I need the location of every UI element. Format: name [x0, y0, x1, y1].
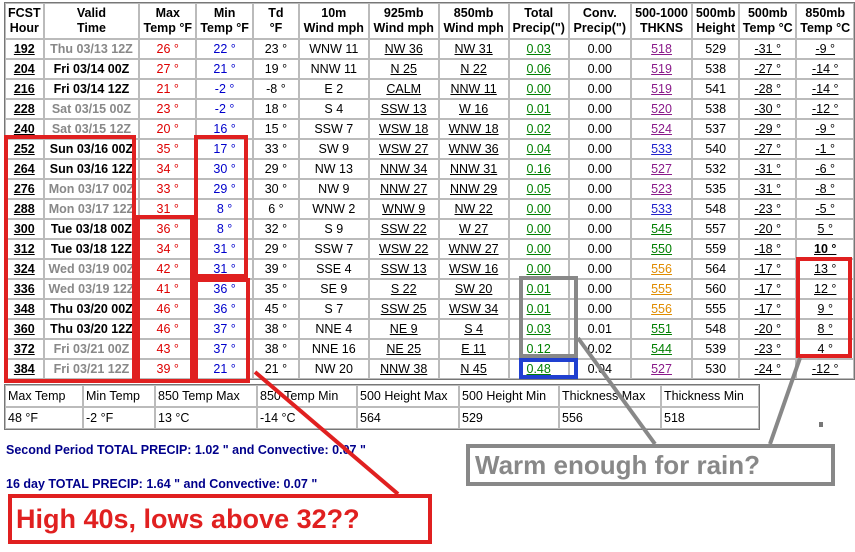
callout-high-lows: High 40s, lows above 32?? [8, 494, 432, 544]
red-pointer-line [253, 370, 400, 496]
stray-dot [819, 422, 823, 427]
gray-pointer-line-right [768, 357, 802, 445]
gray-pointer-line-left [576, 336, 657, 446]
callout-warm-rain: Warm enough for rain? [466, 444, 835, 486]
